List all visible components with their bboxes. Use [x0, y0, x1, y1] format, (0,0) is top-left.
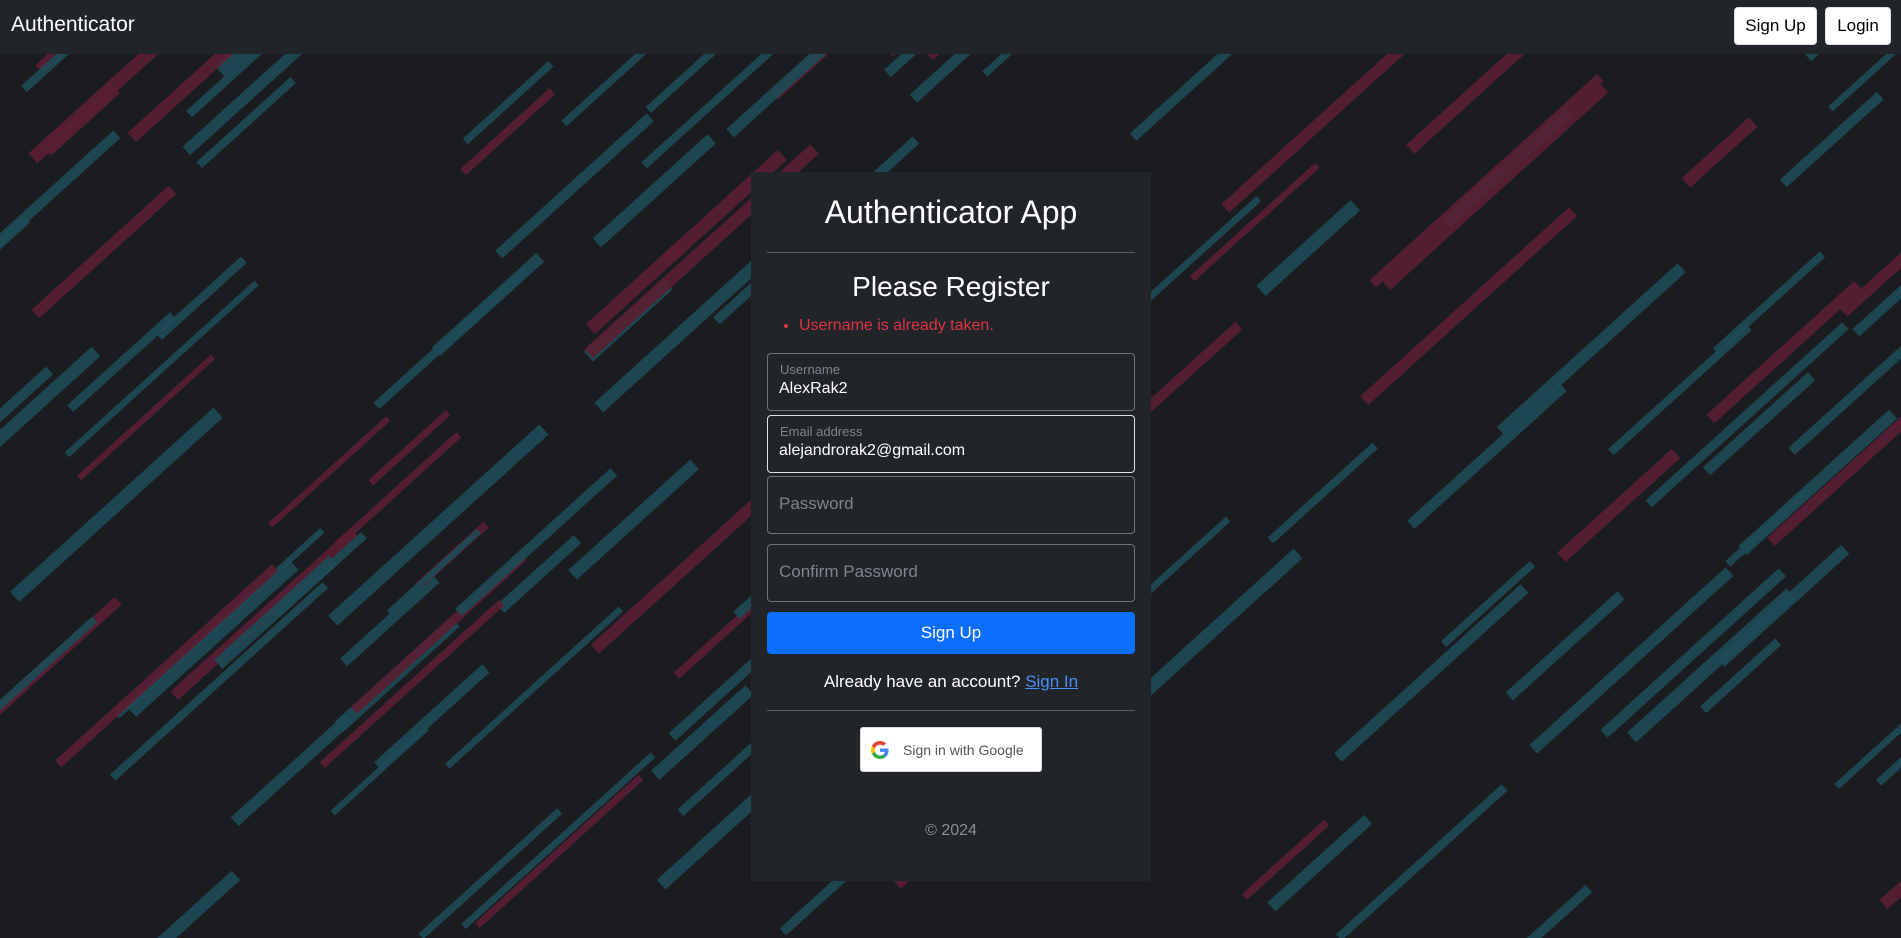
username-label: Username: [780, 362, 840, 377]
background-stripe: [1828, 54, 1897, 112]
background-stripe: [157, 870, 241, 938]
background-stripe: [431, 252, 545, 357]
background-stripe: [1335, 784, 1508, 938]
section-divider: [767, 710, 1135, 711]
background-stripe: [474, 774, 644, 929]
background-stripe: [1129, 54, 1233, 141]
background-stripe: [645, 54, 717, 113]
title-divider: [767, 252, 1135, 253]
background-stripe: [495, 113, 654, 259]
error-list: Username is already taken.: [767, 317, 1135, 335]
background-stripe: [1526, 884, 1593, 938]
form-heading: Please Register: [852, 271, 1050, 302]
background-stripe: [170, 528, 359, 700]
background-stripe: [1529, 567, 1734, 754]
background-stripe: [1267, 442, 1378, 544]
background-stripe: [1406, 54, 1525, 154]
background-stripe: [0, 597, 122, 715]
background-stripe: [927, 54, 940, 61]
background-stripe: [1382, 84, 1609, 290]
background-stripe: [1441, 560, 1536, 648]
background-stripe: [156, 256, 247, 340]
background-stripe: [230, 714, 353, 827]
background-stripe: [64, 280, 259, 458]
background-stripe: [1334, 584, 1529, 762]
signin-prompt-text: Already have an account?: [823, 672, 1021, 691]
signin-prompt-row: Already have an account? Sign In: [767, 672, 1135, 692]
navbar: Authenticator Sign Up Login: [0, 0, 1901, 54]
background-stripe: [1407, 382, 1567, 529]
password-field[interactable]: [767, 476, 1139, 534]
background-stripe: [1241, 819, 1330, 900]
background-stripe: [1600, 568, 1786, 738]
app-title: Authenticator App: [824, 194, 1078, 230]
confirm-password-input[interactable]: [779, 562, 1139, 582]
email-label: Email address: [780, 424, 863, 439]
background-stripe: [1360, 207, 1578, 406]
background-stripe: [0, 130, 121, 247]
background-stripe: [1738, 409, 1898, 555]
background-stripe: [568, 459, 699, 580]
background-stripe: [76, 354, 216, 481]
background-stripe: [982, 54, 1013, 77]
navbar-brand[interactable]: Authenticator: [11, 13, 135, 37]
background-stripe: [461, 752, 656, 930]
google-signin-button[interactable]: Sign in with Google: [860, 727, 1042, 772]
google-icon: [871, 740, 889, 759]
background-stripe: [1681, 117, 1758, 188]
background-stripe: [1369, 74, 1604, 288]
password-input[interactable]: [779, 494, 1139, 514]
register-card: Authenticator App Please Register Userna…: [751, 172, 1151, 881]
background-stripe: [1221, 54, 1405, 213]
background-stripe: [31, 185, 177, 319]
background-stripe: [268, 416, 391, 528]
background-stripe: [909, 54, 971, 103]
username-field[interactable]: Username: [767, 353, 1139, 411]
background-stripe: [54, 564, 279, 768]
nav-login-button[interactable]: Login: [1825, 7, 1891, 45]
copyright-footer: © 2024: [925, 822, 977, 839]
signin-link[interactable]: Sign In: [1025, 672, 1078, 691]
email-field[interactable]: Email address: [767, 415, 1139, 473]
background-stripe: [1703, 372, 1816, 476]
background-stripe: [1496, 263, 1686, 436]
google-signin-label: Sign in with Google: [903, 741, 1024, 758]
background-stripe: [1256, 200, 1360, 296]
username-input[interactable]: [779, 380, 1139, 398]
error-message: Username is already taken.: [799, 317, 1135, 335]
confirm-password-field[interactable]: [767, 544, 1139, 602]
email-input[interactable]: [779, 442, 1139, 460]
signup-submit-button[interactable]: Sign Up: [767, 612, 1135, 654]
background-stripe: [561, 54, 647, 127]
background-stripe: [1557, 448, 1681, 563]
background-stripe: [496, 535, 582, 613]
background-stripe: [1875, 757, 1901, 786]
nav-signup-button[interactable]: Sign Up: [1734, 7, 1817, 45]
